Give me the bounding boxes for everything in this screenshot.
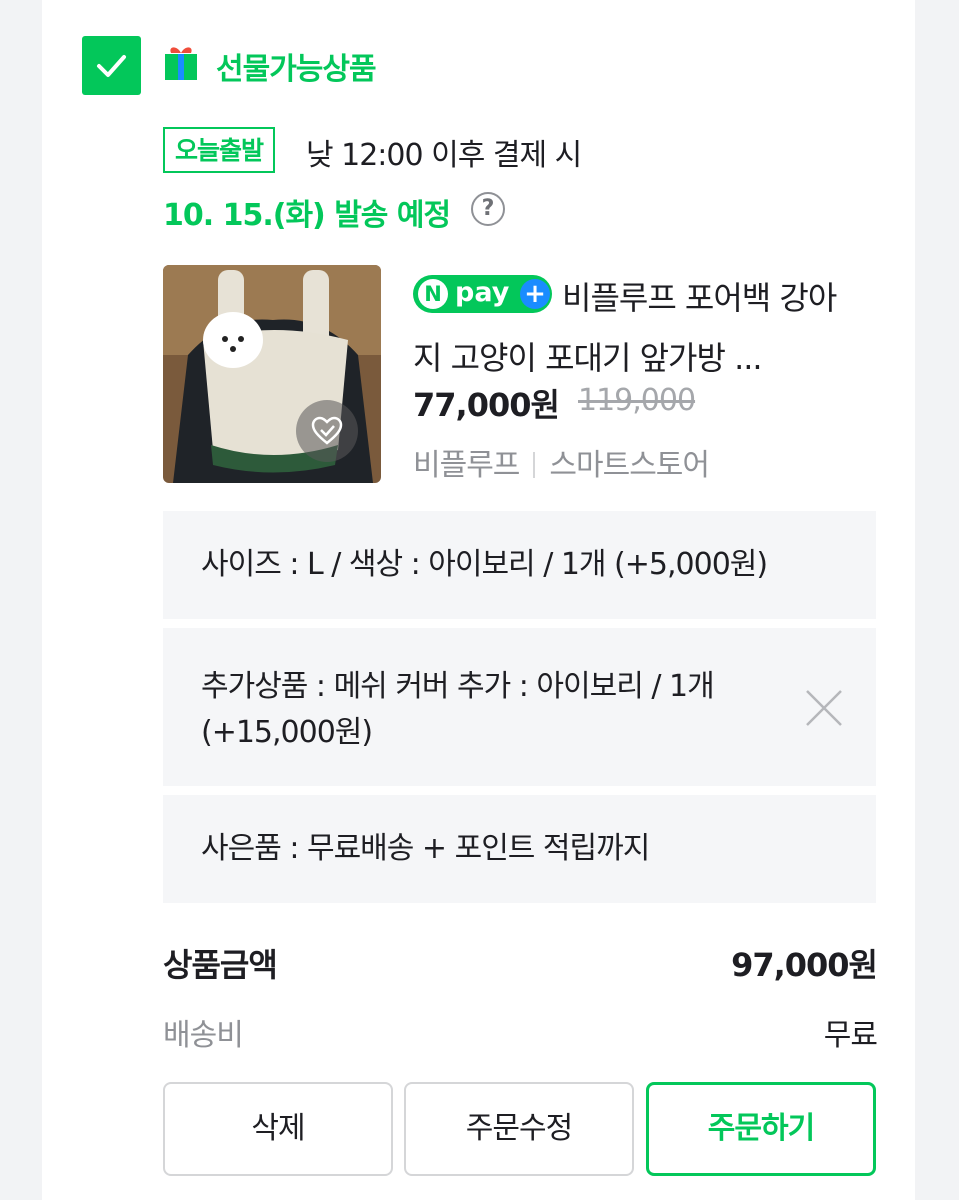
product-amount-value: 97,000원: [731, 946, 878, 984]
shipping-fee-value: 무료: [823, 1018, 878, 1053]
npay-plus-badge: N pay +: [413, 275, 552, 313]
option-text: 추가상품 : 메쉬 커버 추가 : 아이보리 / 1개 (+15,000원): [201, 669, 715, 750]
store-type: 스마트스토어: [549, 448, 710, 483]
option-text: 사은품 : 무료배송 + 포인트 적립까지: [201, 831, 650, 866]
product-amount-label: 상품금액: [163, 946, 278, 984]
shipping-condition-text: 낮 12:00 이후 결제 시: [306, 138, 582, 173]
wishlist-button[interactable]: [296, 400, 358, 462]
plus-icon: +: [520, 279, 550, 309]
gift-icon: [165, 47, 197, 80]
seller-name[interactable]: 비플루프: [413, 448, 520, 483]
seller-info: 비플루프 스마트스토어: [413, 440, 710, 484]
option-text: 사이즈 : L / 색상 : 아이보리 / 1개 (+5,000원): [201, 547, 768, 582]
npay-n-icon: N: [418, 279, 448, 309]
delete-button[interactable]: 삭제: [163, 1082, 393, 1176]
today-shipping-badge: 오늘출발: [163, 127, 276, 173]
shipping-fee-label: 배송비: [163, 1018, 244, 1053]
close-icon[interactable]: [804, 688, 844, 728]
original-price: 119,000: [578, 383, 696, 418]
help-icon[interactable]: ?: [471, 192, 505, 226]
gift-available-label: 선물가능상품: [216, 52, 377, 87]
expected-ship-date: 10. 15.(화) 발송 예정: [163, 198, 451, 233]
edit-order-button[interactable]: 주문수정: [404, 1082, 634, 1176]
addon-option-row: 추가상품 : 메쉬 커버 추가 : 아이보리 / 1개 (+15,000원): [163, 628, 876, 786]
option-row: 사이즈 : L / 색상 : 아이보리 / 1개 (+5,000원): [163, 511, 876, 619]
select-checkbox[interactable]: [82, 36, 141, 95]
gift-option-row: 사은품 : 무료배송 + 포인트 적립까지: [163, 795, 876, 903]
npay-pay-text: pay: [455, 277, 510, 308]
heart-check-icon: [311, 416, 343, 445]
order-button[interactable]: 주문하기: [646, 1082, 876, 1176]
sale-price: 77,000원: [413, 386, 560, 424]
check-icon: [97, 55, 126, 77]
seller-divider: [533, 452, 536, 478]
